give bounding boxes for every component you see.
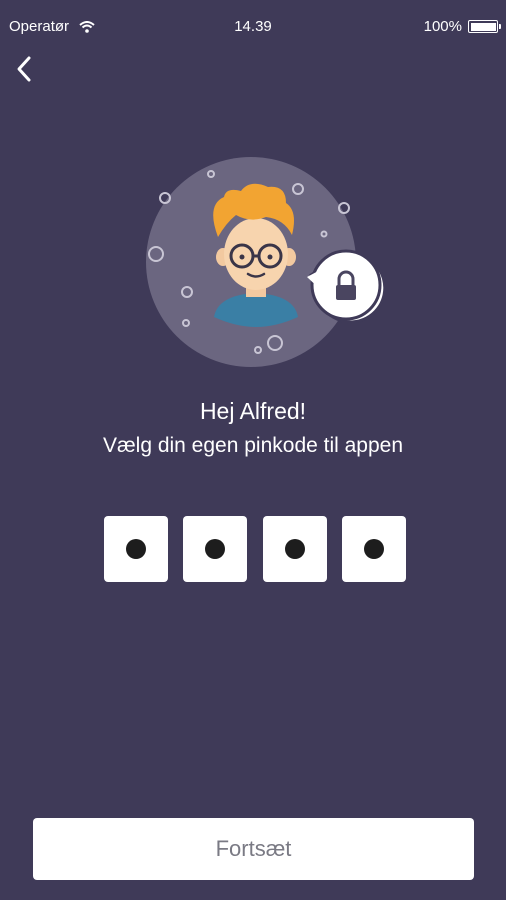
pin-input[interactable] [104, 516, 406, 582]
status-bar: Operatør 14.39 100% [0, 0, 506, 54]
pin-instruction: Vælg din egen pinkode til appen [102, 434, 404, 457]
pin-box-1[interactable] [104, 516, 168, 582]
pin-box-2[interactable] [183, 516, 248, 582]
pin-dot [284, 539, 305, 559]
continue-button[interactable]: Fortsæt [33, 818, 474, 880]
battery-fill [470, 22, 496, 31]
back-button[interactable] [8, 52, 40, 86]
status-right: 100% [423, 18, 501, 35]
battery-icon [468, 20, 501, 33]
pin-box-4[interactable] [341, 516, 406, 582]
pin-box-3[interactable] [262, 516, 327, 582]
battery-percent: 100% [423, 18, 462, 35]
greeting-heading: Hej Alfred! [199, 398, 307, 424]
avatar-illustration [146, 157, 396, 377]
pin-dot [205, 539, 226, 559]
avatar-svg [146, 157, 387, 367]
chevron-left-icon [17, 56, 31, 82]
pin-dot [363, 539, 384, 559]
pin-dot [126, 539, 146, 559]
